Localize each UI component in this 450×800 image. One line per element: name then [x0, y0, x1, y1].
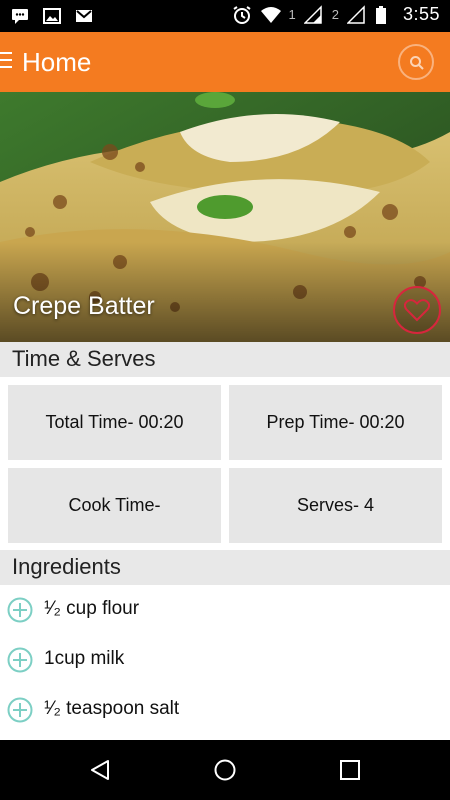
signal-sim1-icon [302, 4, 324, 25]
battery-icon [375, 5, 395, 25]
heart-icon [404, 299, 430, 322]
alarm-icon [232, 5, 252, 25]
app-title: Home [22, 47, 92, 77]
add-ingredient-icon[interactable] [7, 697, 33, 728]
ingredients-header: Ingredients [0, 550, 450, 585]
time-serves-header: Time & Serves [0, 342, 450, 377]
signal-sim2-icon [346, 4, 367, 25]
ingredient-row: 1cup milk [0, 635, 450, 685]
total-time-tile: Total Time- 00:20 [8, 385, 221, 460]
app-bar: Home [0, 32, 450, 92]
search-button[interactable] [398, 44, 434, 80]
favorite-button[interactable] [393, 286, 441, 334]
recent-apps-icon[interactable] [338, 758, 362, 787]
status-time: 3:55 [402, 4, 440, 24]
ingredient-text: ¹⁄₂ teaspoon salt [44, 698, 180, 719]
ingredients-title: Ingredients [12, 554, 121, 579]
time-serves-title: Time & Serves [12, 346, 156, 371]
back-icon[interactable] [88, 758, 112, 787]
ingredient-text: 1cup milk [44, 648, 125, 669]
wifi-icon [260, 5, 282, 25]
sim1-label: 1 [288, 7, 296, 22]
recipe-hero: Crepe Batter [0, 92, 450, 342]
ingredient-text: ¹⁄₂ cup flour [44, 598, 140, 619]
image-notification-icon [42, 6, 62, 26]
chat-notification-icon [10, 6, 30, 26]
recipe-title: Crepe Batter [13, 292, 155, 320]
status-bar: 1 2 3:55 [0, 0, 450, 32]
add-ingredient-icon[interactable] [7, 647, 33, 678]
search-icon [410, 56, 424, 70]
hamburger-menu-icon[interactable] [0, 52, 12, 72]
ingredient-row: ¹⁄₂ teaspoon salt [0, 685, 450, 735]
cook-time-tile: Cook Time- [8, 468, 221, 543]
add-ingredient-icon[interactable] [7, 597, 33, 628]
home-icon[interactable] [213, 758, 237, 787]
system-nav-bar [0, 740, 450, 800]
gmail-notification-icon [74, 6, 94, 26]
ingredient-row: ¹⁄₂ cup flour [0, 585, 450, 635]
sim2-label: 2 [331, 7, 339, 22]
prep-time-tile: Prep Time- 00:20 [229, 385, 442, 460]
serves-tile: Serves- 4 [229, 468, 442, 543]
